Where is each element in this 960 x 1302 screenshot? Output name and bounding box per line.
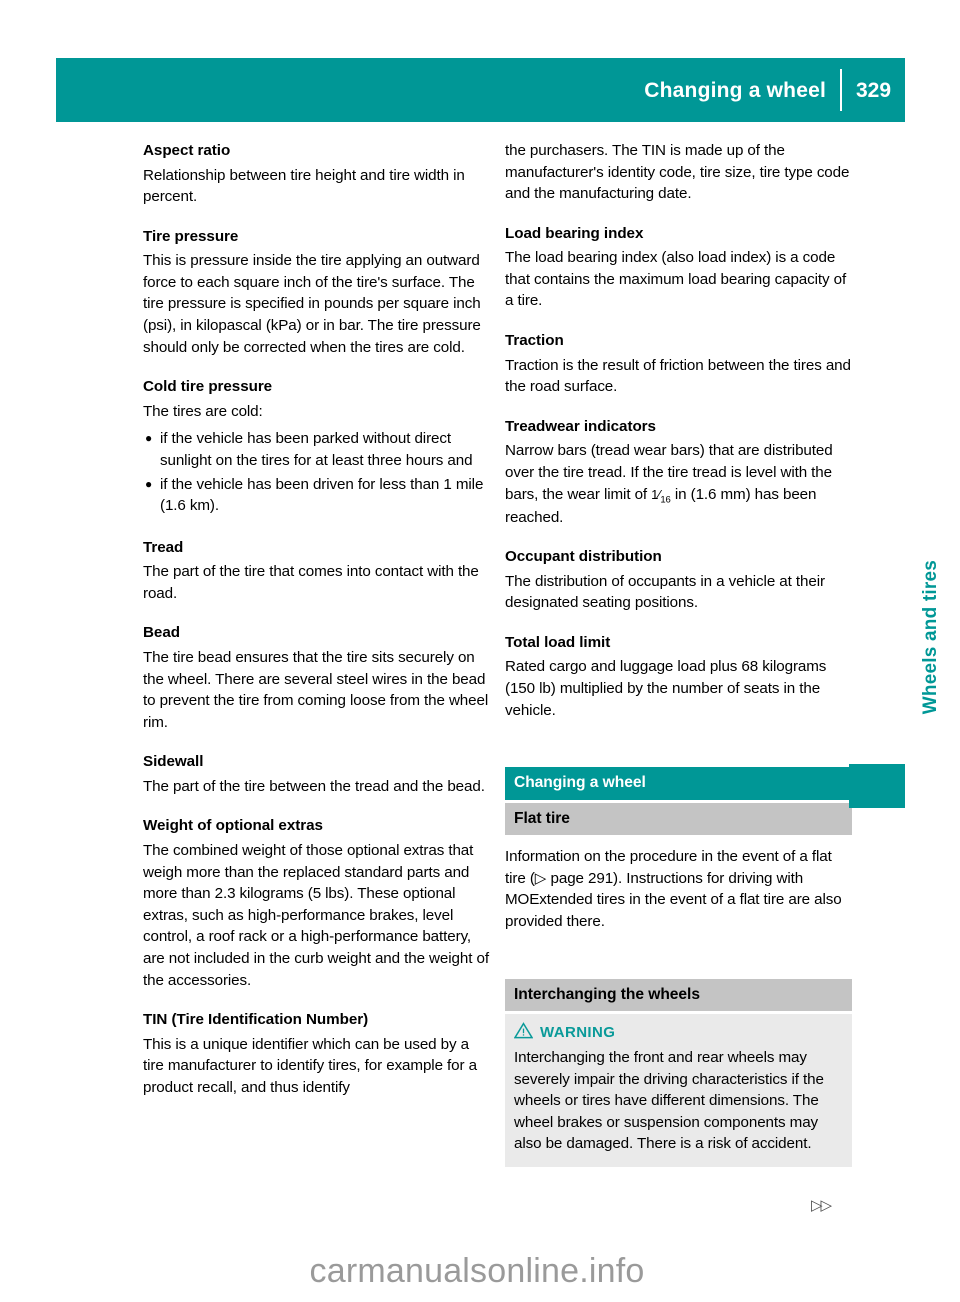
subsection-band-flat-tire: Flat tire <box>505 802 852 836</box>
fraction-one-sixteenth: 1⁄16 <box>651 486 671 506</box>
list-item: ● if the vehicle has been driven for les… <box>143 474 490 517</box>
heading-tire-pressure: Tire pressure <box>143 227 239 245</box>
right-column: the purchasers. The TIN is made up of th… <box>505 140 852 1167</box>
list-item-label: if the vehicle has been driven for less … <box>160 475 484 515</box>
fraction-denominator: 16 <box>660 494 671 506</box>
body-cold-tire-pressure: The tires are cold: <box>143 402 263 420</box>
body-load-bearing-index: The load bearing index (also load index)… <box>505 249 847 310</box>
heading-sidewall: Sidewall <box>143 753 204 771</box>
page-number: 329 <box>855 78 892 102</box>
watermark: carmanualsonline.info <box>309 1252 645 1290</box>
fraction-numerator: 1 <box>651 486 659 502</box>
body-tin: This is a unique identifier which can be… <box>143 1035 477 1096</box>
body-occupant-distribution: The distribution of occupants in a vehic… <box>505 572 825 612</box>
warning-triangle-icon <box>513 1022 534 1044</box>
body-total-load-limit: Rated cargo and luggage load plus 68 kil… <box>505 658 827 719</box>
body-tire-pressure: This is pressure inside the tire applyin… <box>143 252 481 356</box>
left-column: Aspect ratio Relationship between tire h… <box>143 140 490 1098</box>
page-ref-arrow-icon[interactable]: ▷ <box>535 870 547 887</box>
warning-title: WARNING <box>540 1024 616 1042</box>
chapter-tab-marker <box>849 764 905 808</box>
body-weight-optional-extras: The combined weight of those optional ex… <box>143 842 489 989</box>
body-tin-continued: the purchasers. The TIN is made up of th… <box>505 142 850 203</box>
body-flat-tire: Information on the procedure in the even… <box>505 846 852 932</box>
heading-aspect-ratio: Aspect ratio <box>143 142 231 159</box>
body-traction: Traction is the result of friction betwe… <box>505 356 851 396</box>
cold-tire-pressure-bullet-list: ● if the vehicle has been parked without… <box>143 428 490 516</box>
page-header-bar: Changing a wheel 329 <box>56 58 905 122</box>
body-sidewall: The part of the tire between the tread a… <box>143 777 485 795</box>
heading-tread: Tread <box>143 538 184 556</box>
list-item-label: if the vehicle has been parked without d… <box>160 430 473 469</box>
heading-occupant-distribution: Occupant distribution <box>505 548 662 566</box>
subsection-band-interchanging-the-wheels: Interchanging the wheels <box>505 978 852 1011</box>
continued-arrow-icon: ▷▷ <box>811 1197 832 1214</box>
bullet-icon: ● <box>145 476 153 491</box>
heading-weight-optional-extras: Weight of optional extras <box>143 817 323 835</box>
heading-traction: Traction <box>505 332 564 350</box>
body-aspect-ratio: Relationship between tire height and tir… <box>143 166 465 206</box>
warning-body: Interchanging the front and rear wheels … <box>514 1048 824 1153</box>
heading-total-load-limit: Total load limit <box>505 633 611 651</box>
page-reference-link[interactable]: page 291 <box>546 870 613 887</box>
list-item: ● if the vehicle has been parked without… <box>143 428 490 471</box>
heading-treadwear-indicators: Treadwear indicators <box>505 417 656 435</box>
chapter-tab-label: Wheels and tires <box>920 560 941 715</box>
heading-tin: TIN (Tire Identification Number) <box>143 1011 369 1029</box>
bullet-icon: ● <box>145 431 153 446</box>
section-band-changing-a-wheel: Changing a wheel <box>505 767 852 800</box>
body-bead: The tire bead ensures that the tire sits… <box>143 648 489 731</box>
heading-load-bearing-index: Load bearing index <box>505 224 644 242</box>
heading-cold-tire-pressure: Cold tire pressure <box>143 378 273 396</box>
body-tread: The part of the tire that comes into con… <box>143 563 479 602</box>
warning-callout: WARNING Interchanging the front and rear… <box>505 1013 852 1167</box>
page-title: Changing a wheel <box>644 78 826 102</box>
warning-header: WARNING <box>513 1022 843 1044</box>
body-treadwear-indicators: Narrow bars (tread wear bars) that are d… <box>505 440 852 528</box>
heading-bead: Bead <box>143 624 180 642</box>
